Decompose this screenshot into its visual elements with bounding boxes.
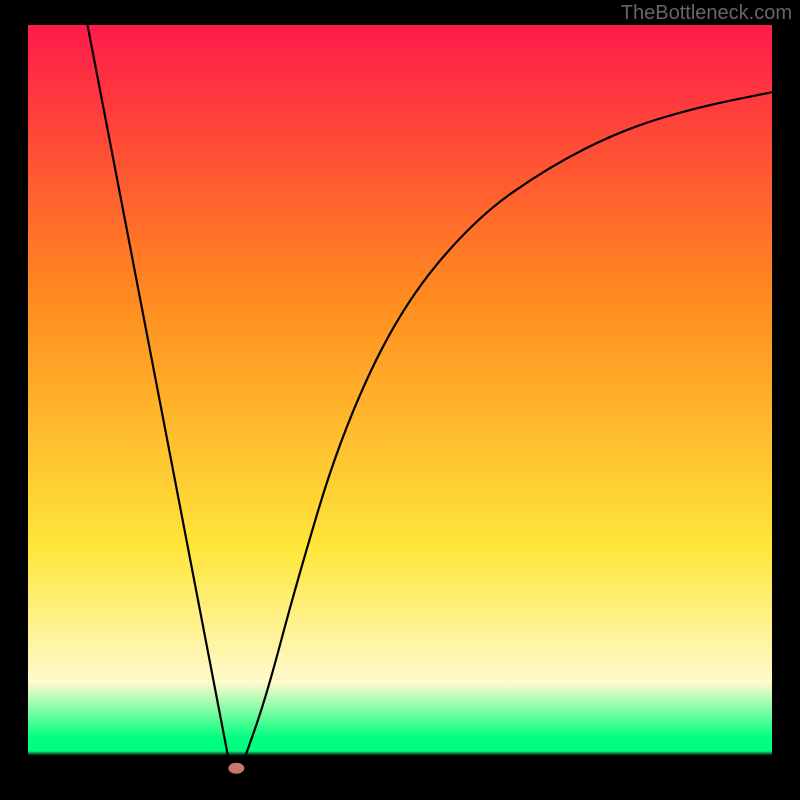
plot-background <box>28 25 772 772</box>
watermark-text: TheBottleneck.com <box>621 2 792 25</box>
vertex-dot <box>228 763 244 774</box>
chart-container: TheBottleneck.com <box>0 0 800 800</box>
chart-svg <box>0 0 800 800</box>
